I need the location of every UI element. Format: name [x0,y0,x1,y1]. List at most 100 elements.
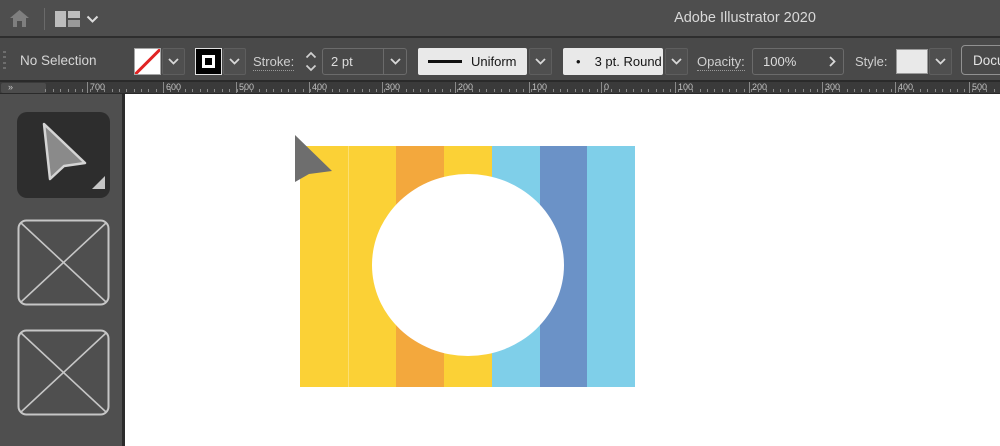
opacity-expand[interactable] [821,56,843,67]
illustrator-window: Adobe Illustrator 2020 No Selection Stro… [0,0,1000,446]
ruler-tick [773,89,774,92]
width-profile-button[interactable]: Uniform [418,48,527,75]
ruler-tick [648,89,649,92]
fill-color-swatch[interactable] [134,48,161,75]
stroke-weight-stepper[interactable] [303,48,319,75]
ruler-tick [950,89,951,92]
ruler-tick [749,82,750,93]
ruler-tick [501,89,502,92]
stroke-weight-field[interactable]: 2 pt [322,48,407,75]
document-setup-button[interactable]: Docu [961,45,1000,75]
ruler-tick [861,89,862,92]
style-swatch[interactable] [896,49,928,74]
brush-value: 3 pt. Round [595,54,662,69]
ruler-tick [126,89,127,92]
ruler-tick [214,89,215,92]
ruler-tick [567,89,568,92]
ruler-tick [472,89,473,92]
ruler-tick [972,89,973,92]
empty-tool-slot[interactable] [17,329,110,416]
panel-grip-icon[interactable] [3,51,7,69]
ruler-tick [455,82,456,93]
ruler-tick [229,89,230,92]
ruler-tick [244,89,245,92]
stroke-color-dropdown[interactable] [223,48,246,75]
empty-tool-slot[interactable] [17,219,110,306]
opacity-field[interactable]: 100% [752,48,844,75]
ruler-tick [832,89,833,92]
opacity-label[interactable]: Opacity: [697,54,745,71]
ruler-tick [82,89,83,92]
ruler-tick [670,89,671,92]
ruler-tick [883,89,884,92]
ruler-tick [45,89,46,92]
ruler-tick [633,89,634,92]
ruler-tick [817,89,818,92]
ruler-tick [464,89,465,92]
ruler-tick [273,89,274,92]
stroke-label[interactable]: Stroke: [253,54,294,71]
style-dropdown[interactable] [929,48,952,75]
horizontal-ruler[interactable]: » 7006005004003002001000100200300400500 [0,82,1000,94]
ruler-tick [87,82,88,93]
ruler-tick [391,89,392,92]
ruler-tick [90,89,91,92]
ruler-tick [898,89,899,92]
home-icon[interactable] [9,8,30,29]
ruler-tick [75,89,76,92]
titlebar-divider [44,8,45,30]
ruler-tick [134,89,135,92]
ruler-tick [935,89,936,92]
stroke-color-swatch[interactable] [195,48,222,75]
stroke-weight-dropdown[interactable] [383,49,406,74]
fill-color-dropdown[interactable] [162,48,185,75]
ruler-tick [722,89,723,92]
stepper-up-icon[interactable] [305,51,317,59]
opacity-value[interactable]: 100% [753,54,821,69]
ruler-tick [553,89,554,92]
selection-tool-button[interactable] [17,112,110,198]
ruler-tick [714,89,715,92]
ruler-tick [347,89,348,92]
ruler-tick [825,89,826,92]
style-label: Style: [855,54,888,69]
artwork-circle[interactable] [372,174,564,356]
stepper-down-icon[interactable] [305,64,317,72]
ruler-tick [288,89,289,92]
ruler-tick [675,82,676,93]
empty-slot-icon [17,329,110,416]
ruler-tick [758,89,759,92]
chevron-down-icon[interactable] [86,15,99,24]
ruler-tick [803,89,804,92]
width-profile-dropdown[interactable] [529,48,552,75]
ruler-tick [766,89,767,92]
ruler-tick [486,89,487,92]
ruler-tick [751,89,752,92]
brush-definition-button[interactable]: • 3 pt. Round [563,48,663,75]
ruler-overflow-button[interactable]: » [1,83,46,93]
ruler-tick [509,89,510,92]
ruler-tick [104,89,105,92]
ruler-tick [428,89,429,92]
ruler-tick [891,89,892,92]
ruler-tick [325,89,326,92]
ruler-tick [611,89,612,92]
ruler-tick [854,89,855,92]
ruler-tick [589,89,590,92]
ruler-tick [707,89,708,92]
ruler-tick [281,89,282,92]
chevron-down-icon [229,58,240,65]
ruler-tick [545,89,546,92]
ruler-tick [420,89,421,92]
none-fill-icon [134,48,161,75]
ruler-tick [435,89,436,92]
ruler-tick [920,89,921,92]
ruler-tick [53,89,54,92]
ruler-tick [913,89,914,92]
ruler-tick [656,89,657,92]
arrange-documents-icon[interactable] [55,11,80,27]
stroke-weight-value[interactable]: 2 pt [323,54,383,69]
ruler-tick [575,89,576,92]
artwork-stripe[interactable] [587,146,635,387]
brush-definition-dropdown[interactable] [665,48,688,75]
